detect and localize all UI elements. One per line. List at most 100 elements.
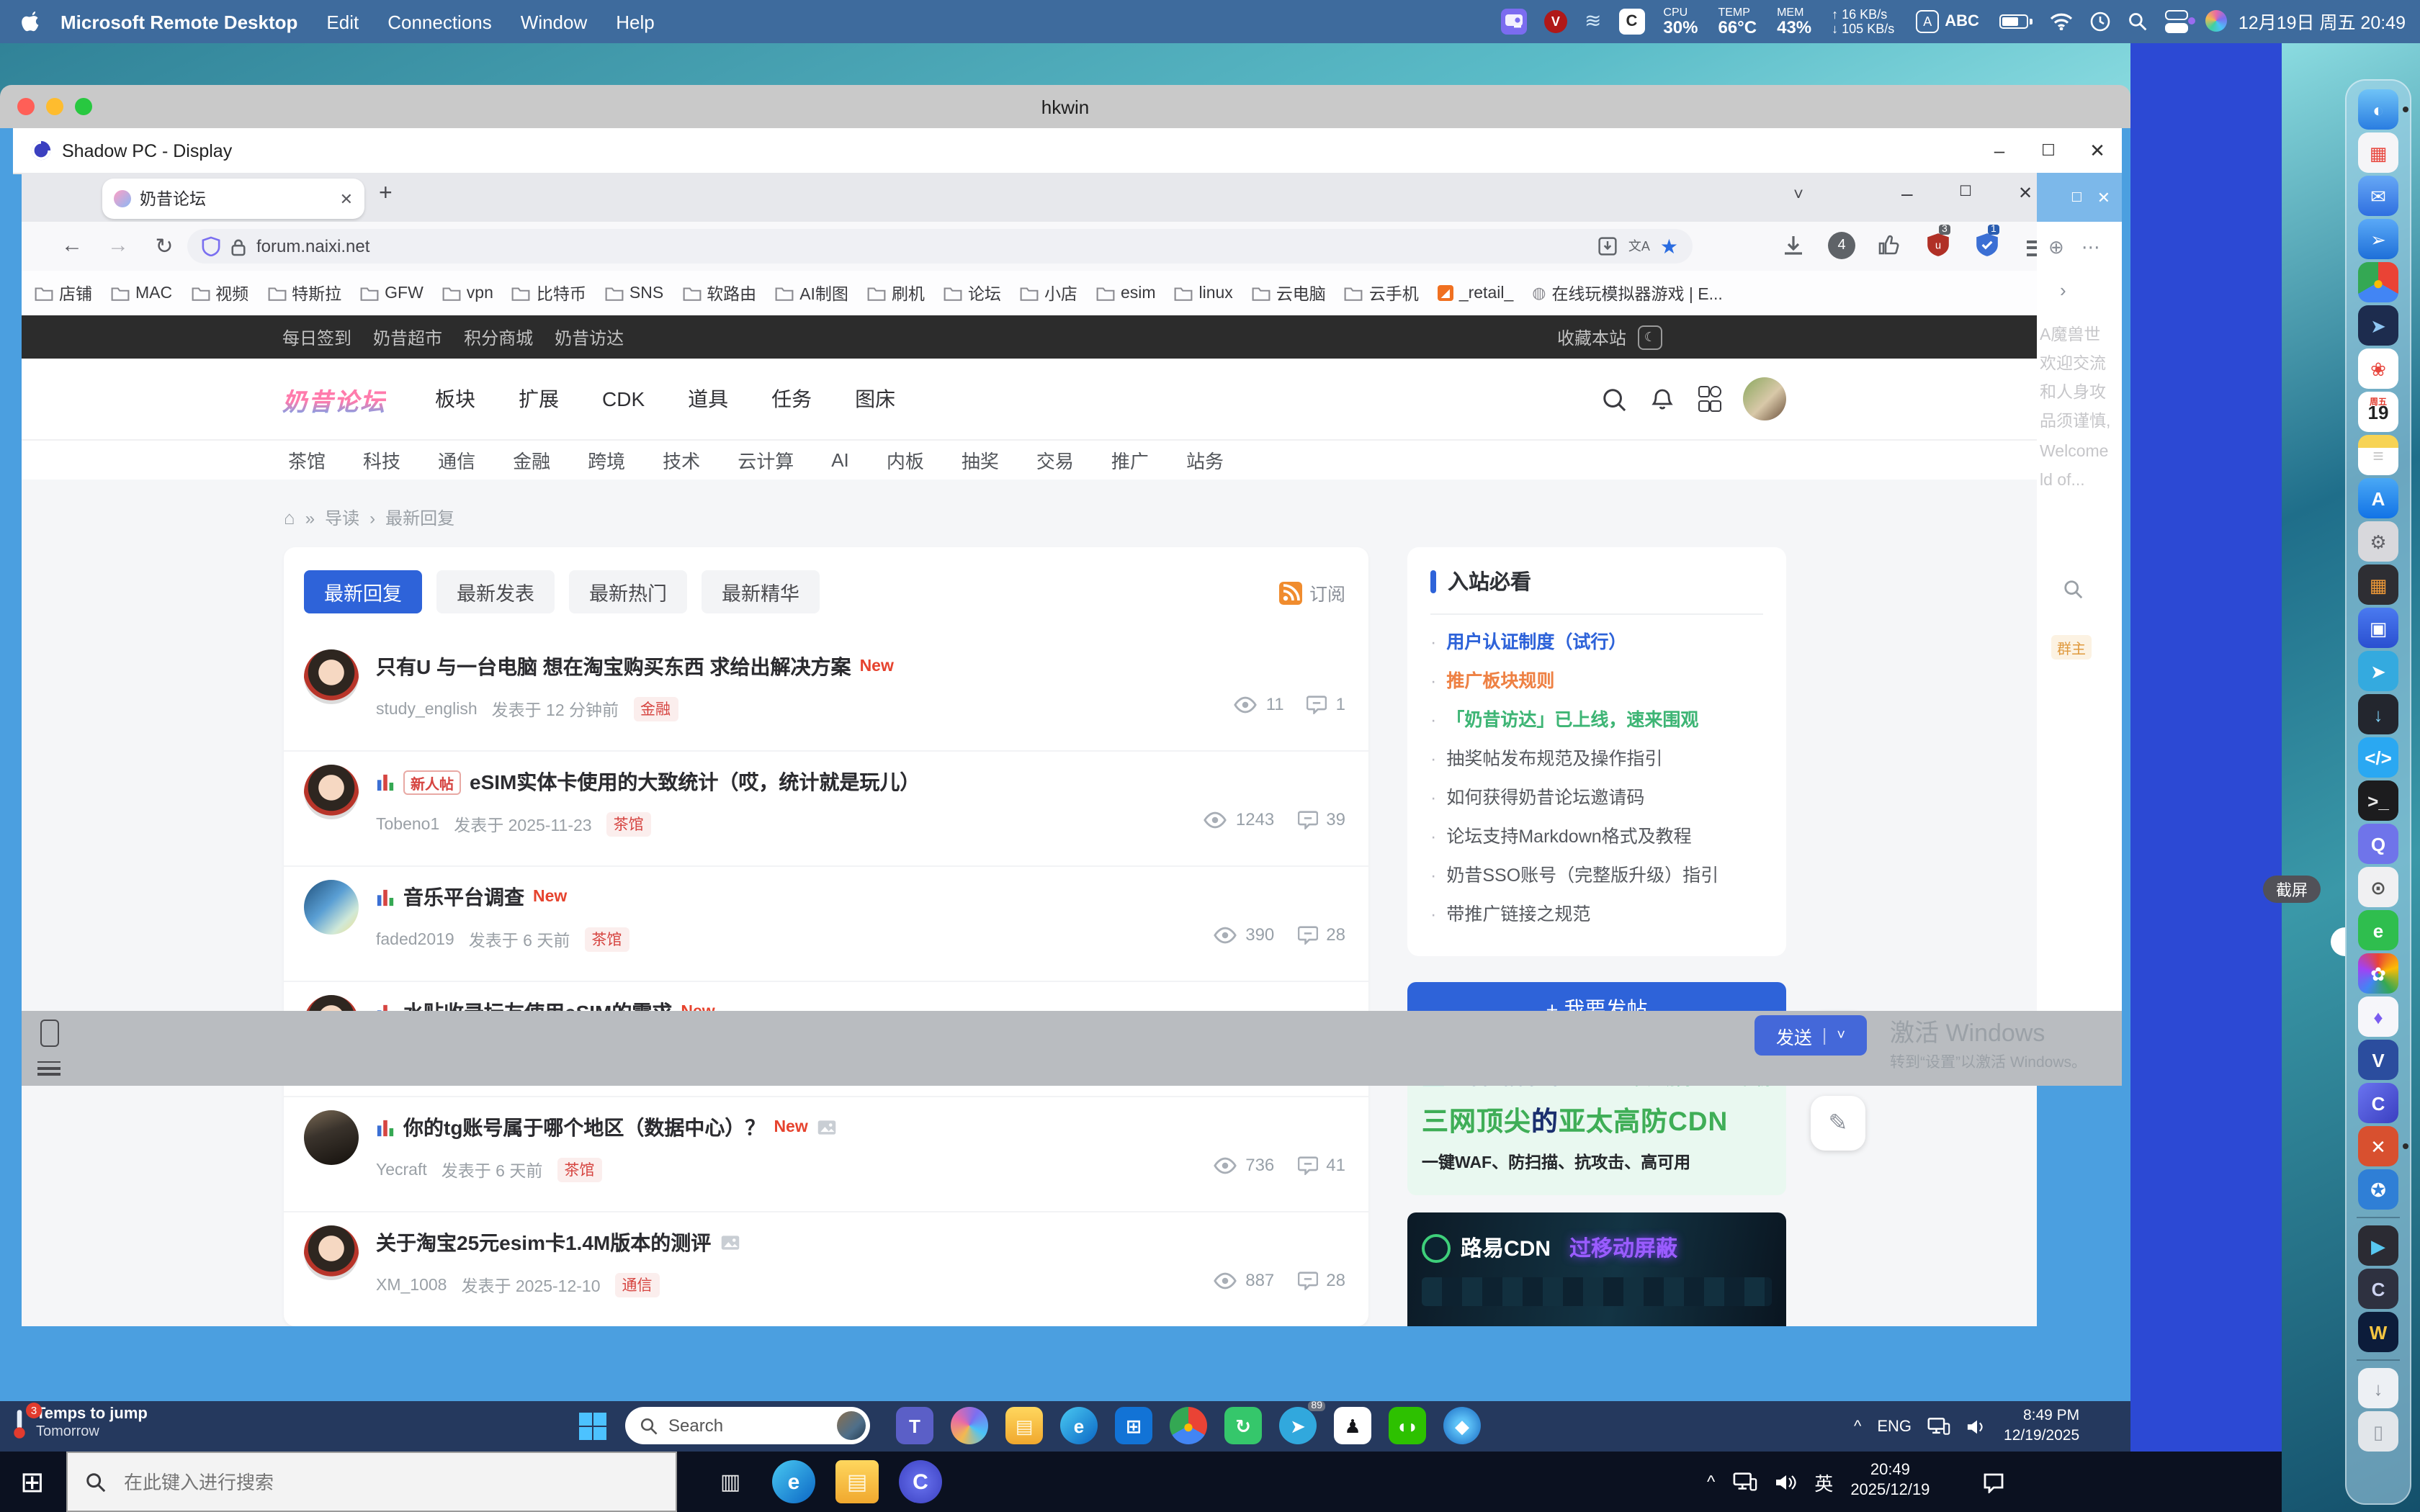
qq-expand-chevron[interactable]: › <box>2037 259 2122 301</box>
sidebar-link[interactable]: · 奶昔SSO账号（完整版升级）指引 <box>1407 857 1786 896</box>
qq-search-icon[interactable] <box>2037 495 2122 600</box>
control-center-icon[interactable] <box>2165 10 2188 33</box>
thread-tag[interactable]: 茶馆 <box>584 927 629 952</box>
spotlight-search-icon[interactable] <box>2128 12 2148 32</box>
nav-item[interactable]: CDK <box>602 387 645 410</box>
reload-button[interactable]: ↻ <box>145 233 183 259</box>
dock-app-icon[interactable]: ⊙ <box>2358 867 2398 907</box>
dock-app-icon[interactable]: 周五 19 <box>2358 392 2398 432</box>
bookmark-item[interactable]: ◢ ◍ SNS <box>605 284 663 302</box>
win11-app-icon[interactable]: ● <box>1170 1407 1207 1444</box>
category-item[interactable]: 通信 <box>438 446 475 474</box>
bookmark-star-icon[interactable]: ★ <box>1660 234 1678 258</box>
favorite-site-link[interactable]: 收藏本站 <box>1557 325 1626 349</box>
forward-button[interactable]: → <box>99 233 137 258</box>
apps-grid-icon[interactable] <box>1698 386 1718 413</box>
dock-app-icon[interactable]: ↓ <box>2358 1368 2398 1408</box>
win10-app-icon[interactable]: ▤ /**/ <box>835 1460 879 1503</box>
win11-app-icon[interactable]: ↻ <box>1224 1407 1262 1444</box>
win11-app-icon[interactable]: ◖◗ <box>1389 1407 1426 1444</box>
close-button[interactable]: ✕ <box>2073 139 2122 162</box>
sidebar-link[interactable]: · 如何获得奶昔论坛邀请码 <box>1407 779 1786 818</box>
thread-title[interactable]: 音乐平台调查 <box>403 883 524 912</box>
screenshot-pill[interactable]: 截屏 <box>2263 876 2321 903</box>
wave-status-icon[interactable]: ≋ <box>1585 9 1601 34</box>
dock-app-icon[interactable]: ◐ <box>2358 89 2398 130</box>
network-speed-stat[interactable]: ↑ 16 KB/s ↓ 105 KB/s <box>1832 6 1894 36</box>
speaker-icon[interactable] <box>1774 1472 1797 1491</box>
bookmark-item[interactable]: ◢ ◍ 软路由 <box>682 282 756 305</box>
thread-tag[interactable]: 通信 <box>615 1273 660 1297</box>
cpu-stat[interactable]: CPU30% <box>1663 6 1698 37</box>
dock-app-icon[interactable]: </> <box>2358 737 2398 778</box>
dock-app-icon[interactable]: ➤ <box>2358 651 2398 691</box>
browser-maximize-button[interactable]: ☐ <box>1959 184 1972 200</box>
apple-icon[interactable] <box>20 10 40 33</box>
bell-icon[interactable] <box>1650 387 1673 411</box>
tray-chevron-icon[interactable]: ^ <box>1707 1472 1715 1492</box>
nav-item[interactable]: 板块 <box>435 384 475 413</box>
dock-app-icon[interactable]: A <box>2358 478 2398 518</box>
bookmark-item[interactable]: ◢ ◍ MAC <box>111 284 172 302</box>
bookmark-item[interactable]: ◢ ◍ 比特币 <box>512 282 586 305</box>
translate-icon[interactable]: 文A <box>1628 240 1650 253</box>
topbar-link[interactable]: 积分商城 <box>464 325 533 349</box>
tab-list-chevron[interactable]: ˅ <box>1793 184 1803 204</box>
thread-title[interactable]: 只有U 与一台电脑 想在淘宝购买东西 求给出解决方案 <box>376 652 851 681</box>
dock-app-icon[interactable]: ▦ <box>2358 132 2398 173</box>
menubar-datetime[interactable]: 12月19日 周五 20:49 <box>2238 8 2406 35</box>
zoom-traffic-light[interactable] <box>75 98 92 115</box>
write-post-button[interactable]: ✎ <box>1811 1096 1865 1151</box>
tab-close-icon[interactable]: ✕ <box>340 189 353 208</box>
thread-author[interactable]: Tobeno1 <box>376 816 439 833</box>
save-page-icon[interactable] <box>1598 236 1618 256</box>
thread-author[interactable]: Yecraft <box>376 1161 427 1179</box>
thread-row[interactable]: 关于淘宝25元esim卡1.4M版本的测评 New XM_1008 发表于 20… <box>284 1212 1368 1326</box>
bookmark-item[interactable]: ◢ ◍ 云手机 <box>1345 282 1419 305</box>
url-bar[interactable]: forum.naixi.net 文A ★ <box>187 229 1693 264</box>
thread-tag[interactable]: 金融 <box>633 697 678 721</box>
topbar-link[interactable]: 奶昔访达 <box>555 325 624 349</box>
win11-app-icon[interactable] <box>951 1407 988 1444</box>
home-icon[interactable]: ⌂ <box>284 507 295 528</box>
dock-app-icon[interactable]: ➤ <box>2358 305 2398 346</box>
siri-icon[interactable] <box>2205 11 2227 32</box>
win11-app-icon[interactable]: e <box>1060 1407 1098 1444</box>
thread-tag[interactable]: 茶馆 <box>606 812 651 837</box>
tray-chevron-icon[interactable]: ^ <box>1854 1418 1861 1435</box>
win11-app-icon[interactable]: T <box>896 1407 933 1444</box>
back-button[interactable]: ← <box>53 233 91 258</box>
bookmark-item[interactable]: ◢ ◍ 视频 <box>191 282 248 305</box>
qq-maximize-icon[interactable]: ☐ <box>2071 189 2082 205</box>
avatar[interactable] <box>304 765 359 819</box>
thread-tab[interactable]: 最新发表 <box>436 570 555 613</box>
rdp-window-titlebar[interactable]: hkwin <box>0 85 2130 130</box>
input-method-indicator[interactable]: A ABC <box>1916 10 1979 33</box>
extension-counter-icon[interactable]: 4 <box>1828 232 1855 259</box>
dock-app-icon[interactable]: ● <box>2358 262 2398 302</box>
menubar-menu-item[interactable]: Connections <box>387 11 492 32</box>
adblock-shield-icon[interactable]: u 3 <box>1926 232 1950 258</box>
qq-more-icon[interactable]: ⋯ <box>2081 236 2100 259</box>
thread-title[interactable]: 你的tg账号属于哪个地区（数据中心）？ <box>403 1113 765 1142</box>
thread-tab[interactable]: 最新精华 <box>702 570 820 613</box>
user-avatar[interactable] <box>1743 377 1786 420</box>
menubar-menu-item[interactable]: Window <box>521 11 588 32</box>
win10-start-button[interactable]: ⊞ <box>20 1464 45 1500</box>
share-thumb-icon[interactable] <box>1877 233 1900 256</box>
privacy-shield-icon[interactable]: 1 <box>1975 232 1999 258</box>
sidebar-link[interactable]: · 用户认证制度（试行） <box>1407 624 1786 662</box>
close-traffic-light[interactable] <box>17 98 35 115</box>
bookmark-item[interactable]: ◢ ◍ 在线玩模拟器游戏 | E... <box>1532 282 1723 305</box>
quick-menu-icon[interactable] <box>37 1057 60 1080</box>
thread-author[interactable]: XM_1008 <box>376 1277 447 1294</box>
mem-stat[interactable]: MEM43% <box>1777 6 1811 37</box>
bookmark-item[interactable]: ◢ ◍ linux <box>1175 284 1233 302</box>
send-button[interactable]: 发送 | ˅ <box>1754 1015 1867 1056</box>
input-language[interactable]: ENG <box>1877 1418 1912 1435</box>
thread-row[interactable]: 只有U 与一台电脑 想在淘宝购买东西 求给出解决方案 New study_eng… <box>284 636 1368 752</box>
thread-tab[interactable]: 最新热门 <box>569 570 687 613</box>
category-item[interactable]: 抽奖 <box>962 446 999 474</box>
win11-app-icon[interactable]: ⊞ <box>1115 1407 1152 1444</box>
category-item[interactable]: 推广 <box>1111 446 1149 474</box>
